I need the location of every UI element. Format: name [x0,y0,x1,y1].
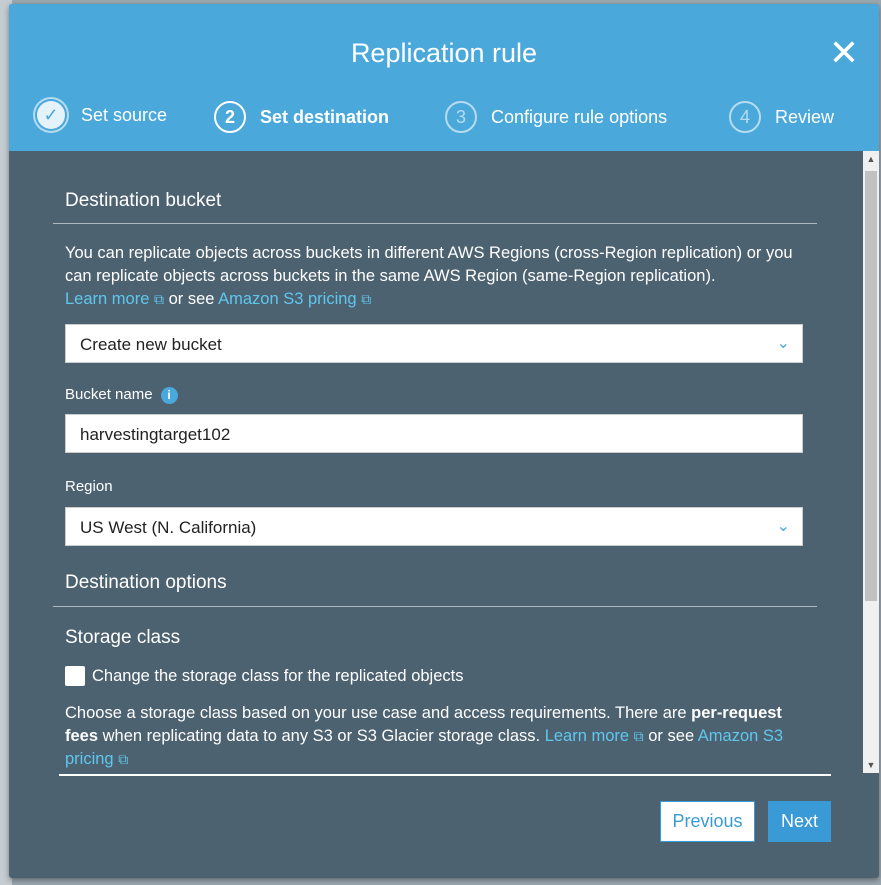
wizard-steps: ✓ Set source 2 Set destination 3 Configure … [9,101,879,135]
check-icon: ✓ [37,101,65,129]
modal-header: Replication rule ✕ ✓ Set source 2 Set dest… [9,4,879,151]
divider [53,223,817,224]
chevron-down-icon: ⌄ [776,335,790,352]
bucket-name-input[interactable]: harvestingtarget102 [65,414,803,453]
step-label: Configure rule options [491,106,668,127]
region-select[interactable]: US West (N. California) ⌄ [65,507,803,546]
step-set-destination[interactable]: 2 Set destination [214,101,389,133]
step-review[interactable]: 4 Review [729,101,834,133]
scroll-down-icon: ▼ [866,760,876,770]
modal-title: Replication rule [350,38,538,68]
step-configure-rule-options[interactable]: 3 Configure rule options [445,101,667,133]
info-icon[interactable]: i [160,386,178,404]
storage-class-checkbox[interactable] [65,666,85,686]
or-see-text: or see [168,290,215,308]
description-text: You can replicate objects across buckets… [65,244,793,285]
external-link-icon: ⧉ [361,291,372,307]
external-link-icon: ⧉ [118,751,129,767]
learn-more-link[interactable]: Learn more ⧉ [545,727,644,745]
bucket-select[interactable]: Create new bucket ⌄ [65,324,803,363]
step-label: Review [775,106,835,127]
chevron-down-icon: ⌄ [776,518,790,535]
step-number: 3 [445,101,477,133]
footer-divider [59,774,831,776]
replication-rule-modal: Replication rule ✕ ✓ Set source 2 Set dest… [9,4,879,878]
divider [53,606,817,607]
scrollbar[interactable]: ▲ ▼ [863,151,879,773]
destination-bucket-heading: Destination bucket [65,190,222,211]
previous-button[interactable]: Previous [660,801,755,842]
step-number: 4 [729,101,761,133]
step-set-source[interactable]: ✓ Set source [35,101,167,129]
destination-bucket-description: You can replicate objects across buckets… [65,242,815,311]
step-label: Set source [81,104,168,125]
bucket-name-label: Bucket name i [65,386,178,404]
close-icon[interactable]: ✕ [829,35,859,71]
external-link-icon: ⧉ [153,291,164,307]
storage-class-checkbox-label: Change the storage class for the replica… [92,667,464,685]
region-label: Region [65,478,113,495]
storage-class-heading: Storage class [65,627,181,648]
external-link-icon: ⧉ [633,728,644,744]
scrollbar-thumb[interactable] [865,171,877,601]
next-button[interactable]: Next [768,801,831,842]
scroll-up-icon: ▲ [866,154,876,164]
step-label: Set destination [260,106,390,127]
destination-options-heading: Destination options [65,572,227,593]
s3-pricing-link[interactable]: Amazon S3 pricing ⧉ [218,290,371,308]
storage-class-description: Choose a storage class based on your use… [65,704,784,768]
modal-body: Destination bucket You can replicate obj… [9,151,863,783]
learn-more-link[interactable]: Learn more ⧉ [65,290,164,308]
step-number: 2 [214,101,246,133]
